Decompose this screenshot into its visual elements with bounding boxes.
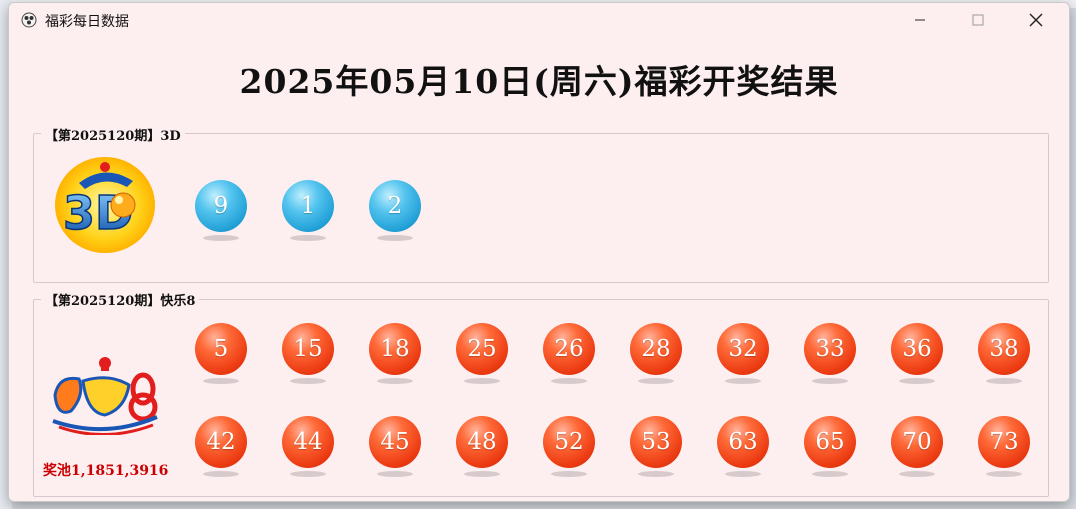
ball-k8-r2-5: 52 [543,416,595,477]
group-kuaile8-frame [33,299,1049,497]
ball-3d-3: 2 [369,180,421,241]
title-bar[interactable]: 福彩每日数据 [9,3,1069,37]
ball-k8-r2-1: 42 [195,416,247,477]
ball-k8-r1-9: 36 [891,323,943,384]
ball-k8-r1-1: 5 [195,323,247,384]
prize-pool-amount: 奖池1,1851,3916 [43,463,169,479]
minimize-button[interactable] [897,3,943,37]
window-title: 福彩每日数据 [45,14,129,30]
ball-k8-r2-3: 45 [369,416,421,477]
kuaile8-logo-icon [52,357,158,435]
ball-k8-r1-3: 18 [369,323,421,384]
ball-k8-r2-6: 53 [630,416,682,477]
3d-logo-icon: 3D [55,157,155,253]
ball-k8-r2-7: 63 [717,416,769,477]
draw-date-heading: 2025年05月10日(周六)福彩开奖结果 [239,62,839,101]
ball-k8-r2-8: 65 [804,416,856,477]
ball-k8-r2-9: 70 [891,416,943,477]
ball-k8-r1-2: 15 [282,323,334,384]
group-kuaile8-label: 【第2025120期】快乐8 [41,290,200,309]
ball-k8-r2-10: 73 [978,416,1030,477]
ball-k8-r1-10: 38 [978,323,1030,384]
group-3d-label: 【第2025120期】3D [41,125,185,144]
close-icon [1029,13,1043,27]
ball-k8-r1-4: 25 [456,323,508,384]
ball-k8-r2-2: 44 [282,416,334,477]
close-button[interactable] [1013,3,1059,37]
ball-k8-r1-5: 26 [543,323,595,384]
ball-k8-r1-7: 32 [717,323,769,384]
maximize-icon [972,14,984,26]
minimize-icon [915,19,925,21]
ball-3d-2: 1 [282,180,334,241]
ball-3d-1: 9 [195,180,247,241]
maximize-button[interactable] [955,3,1001,37]
ball-k8-r2-4: 48 [456,416,508,477]
lottery-window: 福彩每日数据 2025年05月10日(周六)福彩开奖结果 【第2025120期】… [8,2,1070,502]
ball-k8-r1-8: 33 [804,323,856,384]
app-icon [21,12,37,28]
group-3d-frame [33,133,1049,283]
ball-k8-r1-6: 28 [630,323,682,384]
